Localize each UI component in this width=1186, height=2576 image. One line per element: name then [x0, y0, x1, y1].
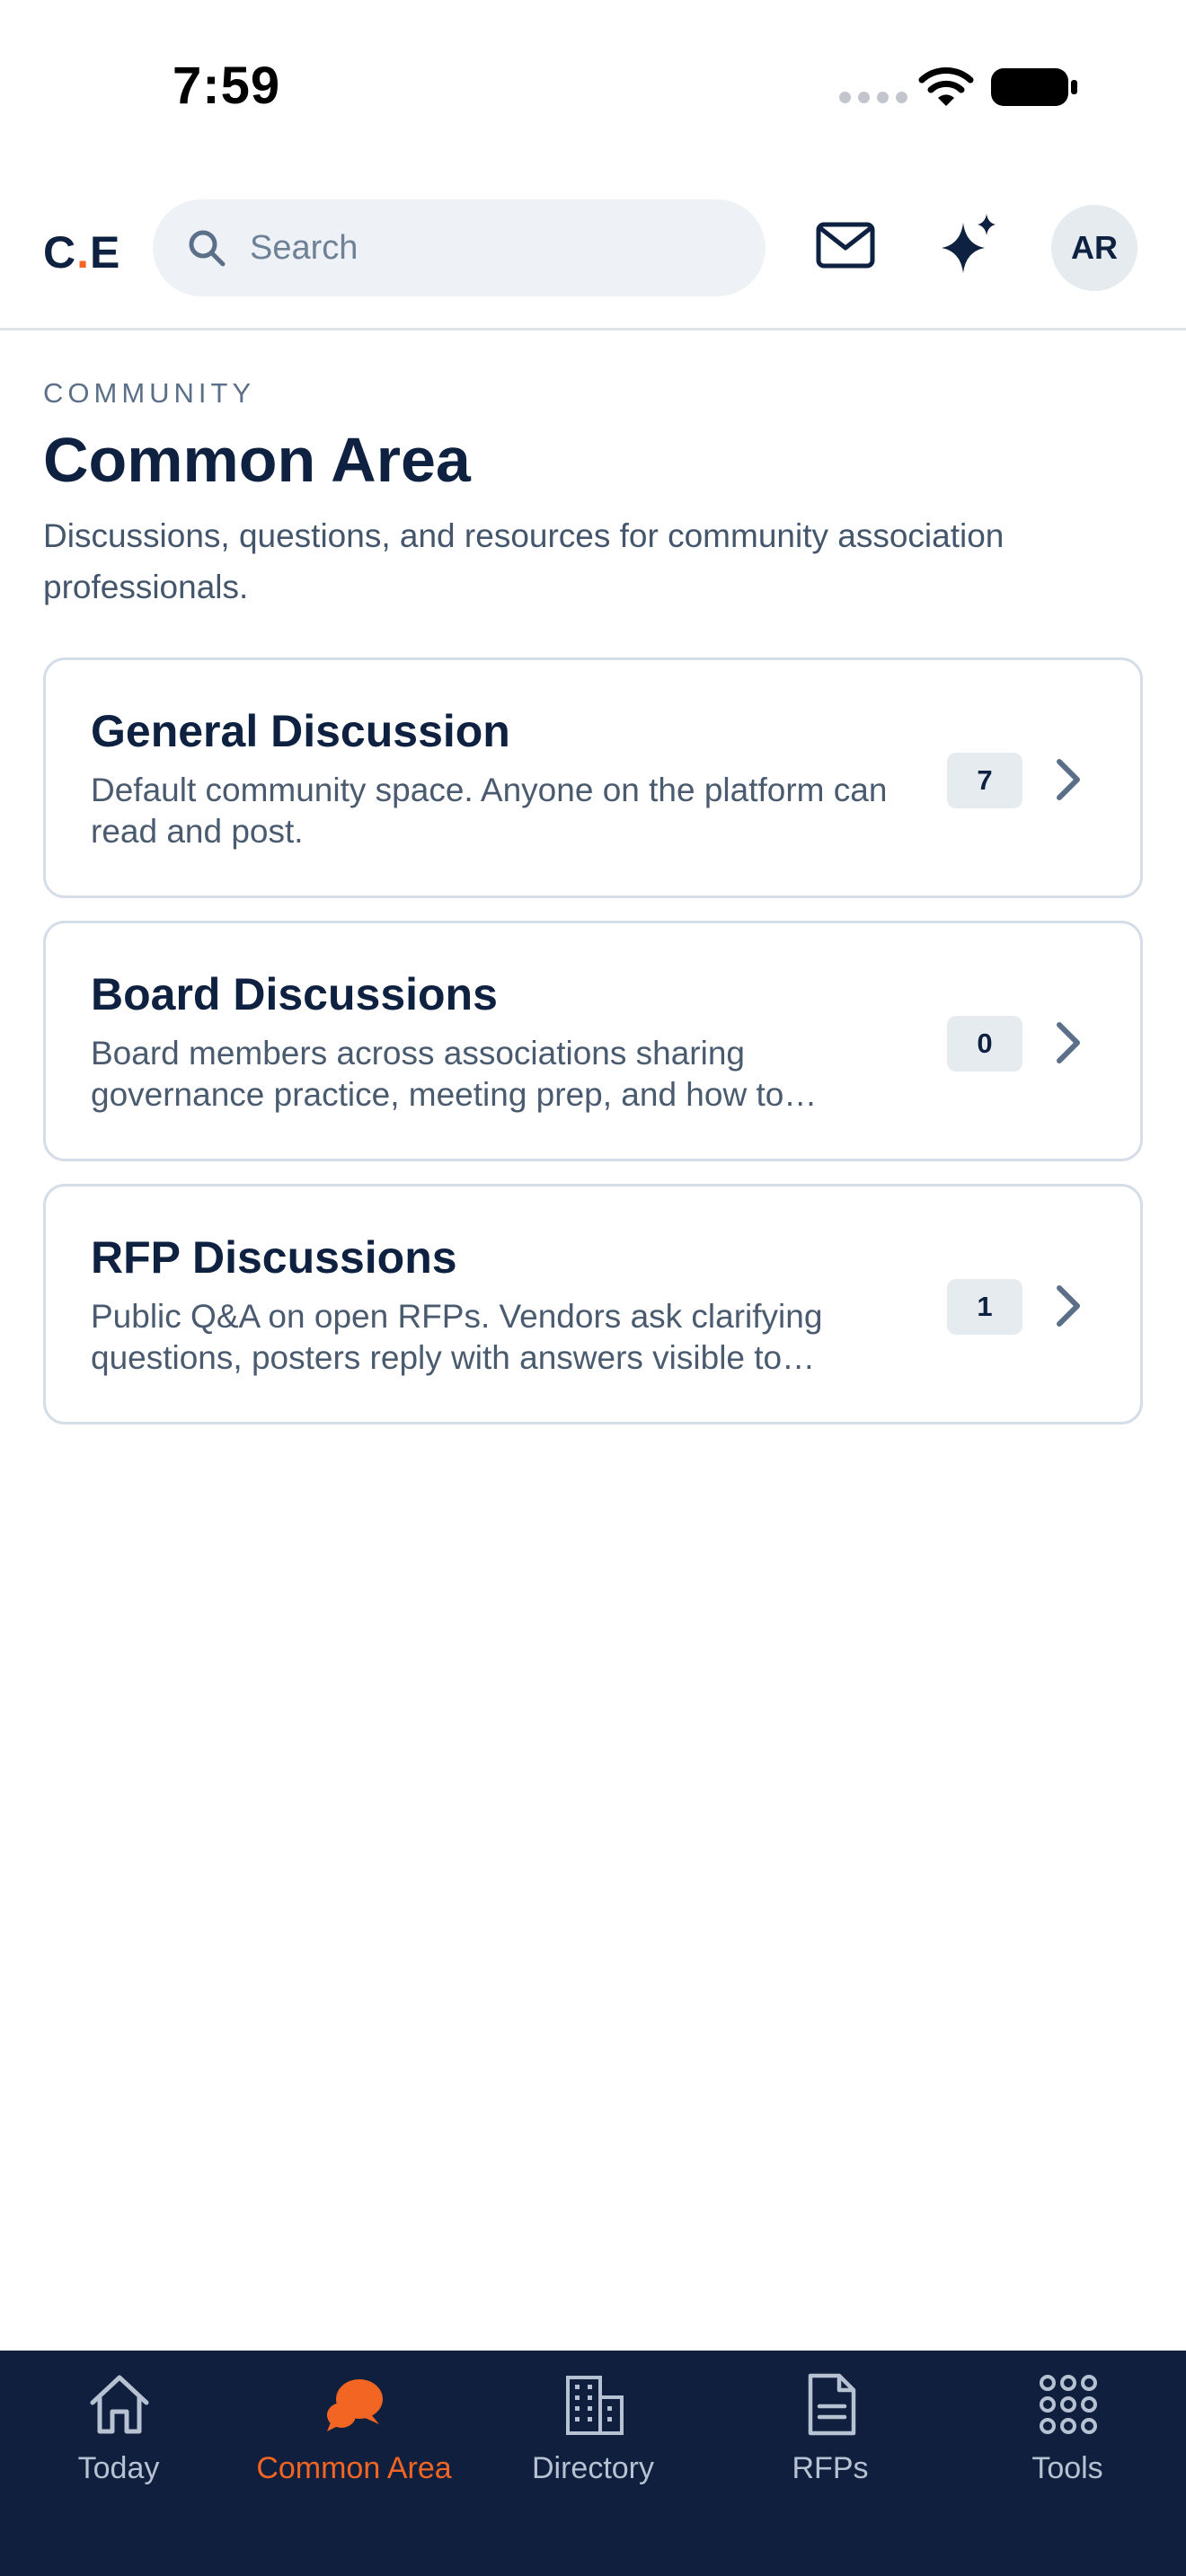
tab-rfps[interactable]: RFPs: [712, 2351, 949, 2512]
search-bar[interactable]: [153, 199, 766, 296]
chevron-right-icon: [1057, 1022, 1080, 1063]
tab-label: RFPs: [792, 2451, 869, 2485]
wifi-icon: [918, 67, 974, 106]
category-title: General Discussion: [91, 706, 510, 756]
logo-letter-c: C: [43, 227, 77, 278]
page-description: Discussions, questions, and resources fo…: [43, 517, 1005, 605]
tab-label: Common Area: [256, 2451, 452, 2485]
category-card-board-discussions[interactable]: Board Discussions Board members across a…: [43, 921, 1143, 1161]
search-input[interactable]: [250, 217, 735, 278]
page-title: Common Area: [43, 425, 471, 495]
bottom-tab-bar: Today Common Area Directory RFPs Tools: [0, 2351, 1186, 2576]
document-icon: [808, 2373, 856, 2436]
cellular-signal-icon: [839, 92, 907, 103]
home-icon: [90, 2375, 149, 2434]
status-bar: 7:59: [0, 0, 1186, 171]
chevron-right-icon: [1057, 1285, 1080, 1327]
tab-tools[interactable]: Tools: [949, 2351, 1186, 2512]
tab-label: Directory: [531, 2451, 655, 2485]
chat-bubbles-icon: [327, 2379, 383, 2431]
app-screen: 7:59 C.E Search AR COMMUNITY Common Area…: [0, 0, 1186, 2576]
tab-directory[interactable]: Directory: [474, 2351, 712, 2512]
search-icon: [189, 230, 226, 267]
post-count-badge: 0: [947, 1016, 1022, 1072]
user-avatar[interactable]: AR: [1051, 205, 1137, 291]
section-eyebrow: COMMUNITY: [43, 377, 256, 409]
category-card-rfp-discussions[interactable]: RFP Discussions Public Q&A on open RFPs.…: [43, 1184, 1143, 1425]
category-card-general-discussion[interactable]: General Discussion Default community spa…: [43, 657, 1143, 898]
category-title: RFP Discussions: [91, 1232, 457, 1283]
logo-dot: .: [76, 227, 91, 278]
tab-label: Today: [77, 2451, 160, 2485]
brand-logo[interactable]: C.E: [43, 226, 120, 278]
logo-letter-e: E: [90, 227, 121, 278]
grid-icon: [1040, 2375, 1097, 2434]
top-header: C.E AR: [0, 171, 1186, 331]
tab-common-area[interactable]: Common Area: [235, 2351, 474, 2512]
chevron-right-icon: [1057, 759, 1080, 800]
ai-sparkle-icon[interactable]: [936, 212, 1001, 277]
mail-icon[interactable]: [816, 220, 875, 272]
status-time: 7:59: [173, 57, 281, 115]
battery-icon: [991, 68, 1077, 106]
tab-label: Tools: [1031, 2451, 1103, 2485]
tab-today[interactable]: Today: [0, 2351, 237, 2512]
category-description: Public Q&A on open RFPs. Vendors ask cla…: [91, 1298, 823, 1376]
post-count-badge: 7: [947, 753, 1022, 808]
category-description: Board members across associations sharin…: [91, 1035, 818, 1113]
category-description: Default community space. Anyone on the p…: [91, 772, 888, 850]
post-count-badge: 1: [947, 1279, 1022, 1335]
category-title: Board Discussions: [91, 969, 498, 1019]
building-icon: [566, 2376, 624, 2435]
